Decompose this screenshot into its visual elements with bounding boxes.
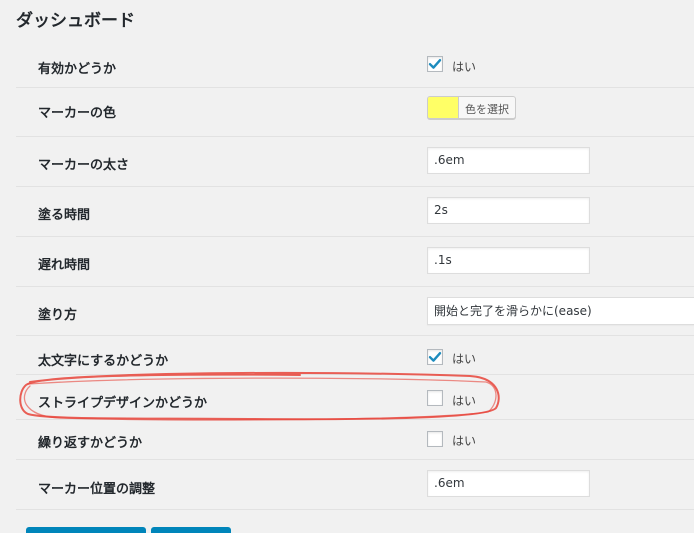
color-picker-button[interactable]: 色を選択 [427,96,516,119]
setting-row-paint-time: 塗る時間 2s [16,187,694,237]
stripe-checkbox-label[interactable]: はい [452,392,476,409]
setting-row-delay-time: 遅れ時間 .1s [16,237,694,287]
save-button[interactable] [26,527,146,533]
setting-label-paint-style: 塗り方 [38,308,78,323]
setting-row-marker-color: マーカーの色 [16,88,694,137]
repeat-checkbox-label[interactable]: はい [452,432,476,449]
paint-time-input[interactable]: 2s [427,197,590,224]
setting-row-marker-position: マーカー位置の調整 .6em [16,460,694,510]
setting-label-paint-time: 塗る時間 [38,208,91,223]
settings-panel: 有効かどうか はい マーカーの色 色を選択 マーカーの太さ .6em 塗る時間 … [16,40,694,512]
setting-label-marker-thickness: マーカーの太さ [38,158,130,173]
setting-label-marker-color: マーカーの色 [38,106,117,121]
secondary-button[interactable] [151,527,231,533]
bold-checkbox[interactable] [427,349,443,365]
setting-label-enabled: 有効かどうか [38,62,117,77]
setting-row-marker-thickness: マーカーの太さ .6em [16,137,694,187]
page-title: ダッシュボード [16,11,135,31]
setting-row-repeat: 繰り返すかどうか はい [16,420,694,460]
delay-time-input[interactable]: .1s [427,247,590,274]
stripe-checkbox[interactable] [427,390,443,406]
setting-label-delay-time: 遅れ時間 [38,258,91,273]
marker-position-input[interactable]: .6em [427,470,590,497]
bold-checkbox-label[interactable]: はい [452,350,476,367]
enabled-checkbox[interactable] [427,56,443,72]
color-picker-label: 色を選択 [465,103,509,116]
setting-label-marker-position: マーカー位置の調整 [38,482,156,497]
paint-style-select[interactable]: 開始と完了を滑らかに(ease) [427,297,694,325]
color-swatch [428,97,459,118]
setting-row-stripe: ストライプデザインかどうか はい [16,375,694,420]
repeat-checkbox[interactable] [427,431,443,447]
enabled-checkbox-label[interactable]: はい [452,58,476,75]
setting-label-repeat: 繰り返すかどうか [38,436,143,451]
checkmark-icon [428,59,442,69]
marker-thickness-input[interactable]: .6em [427,147,590,174]
checkmark-icon [428,352,442,362]
setting-label-bold: 太文字にするかどうか [38,354,169,369]
setting-row-bold: 太文字にするかどうか はい [16,336,694,375]
setting-row-enabled: 有効かどうか はい [16,40,694,88]
setting-row-paint-style: 塗り方 開始と完了を滑らかに(ease) [16,287,694,336]
setting-label-stripe: ストライプデザインかどうか [38,396,208,411]
